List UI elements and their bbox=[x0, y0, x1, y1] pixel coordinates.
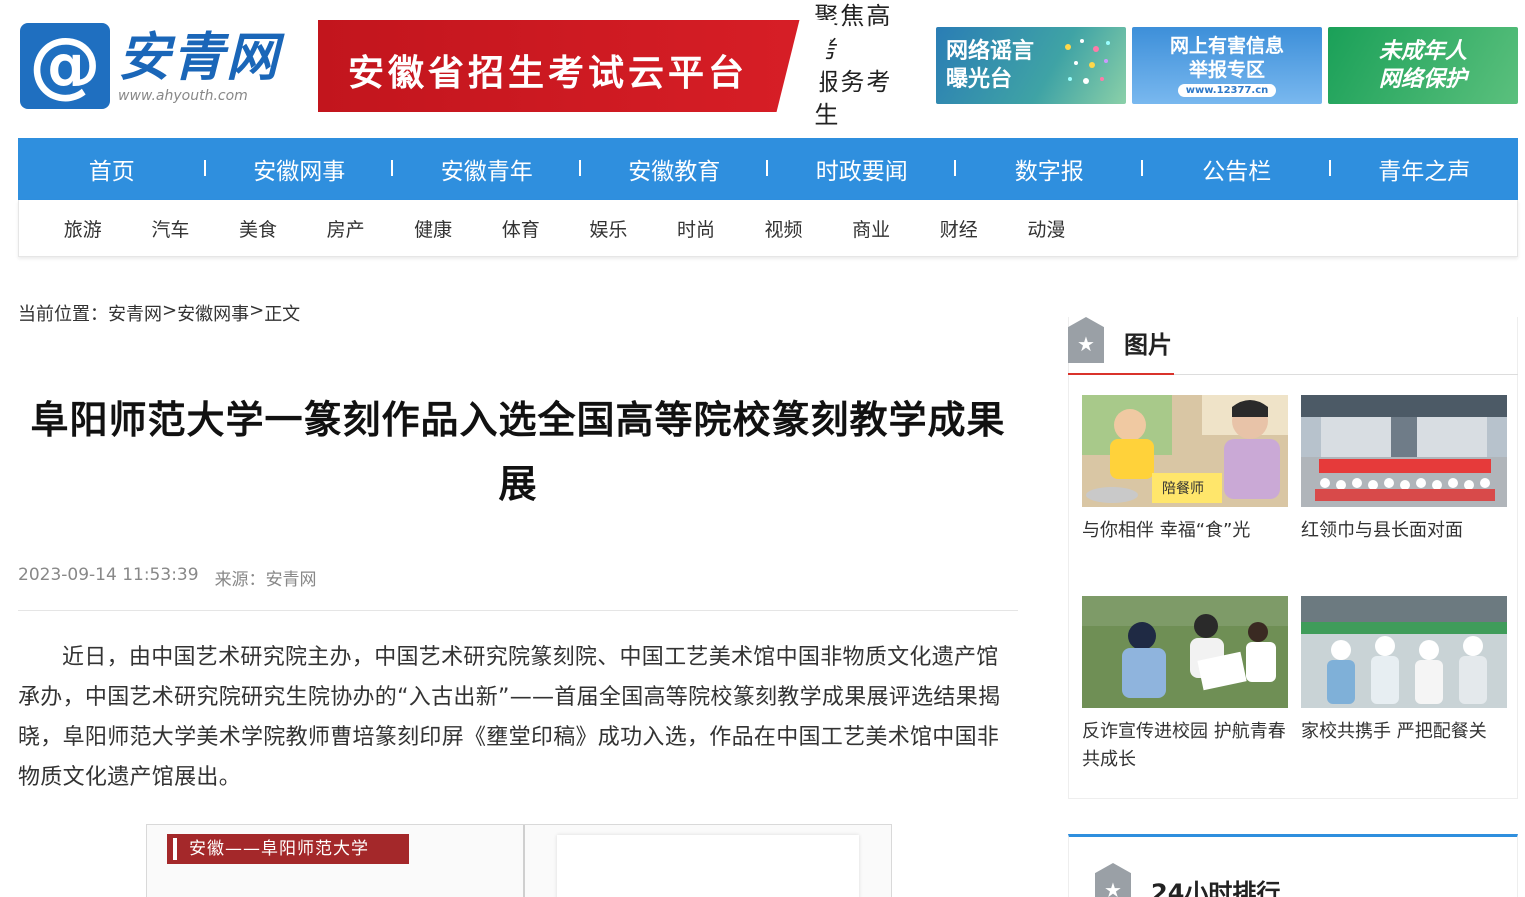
picture-caption[interactable]: 与你相伴 幸福“食”光 bbox=[1082, 517, 1292, 545]
picture-thumb[interactable] bbox=[1082, 596, 1288, 708]
sidebar-pictures-title: 图片 bbox=[1124, 331, 1172, 359]
subnav-item-food[interactable]: 美食 bbox=[214, 215, 302, 242]
article-datetime: 2023-09-14 11:53:39 bbox=[18, 565, 199, 585]
banner-side-line: 服务考生 bbox=[814, 68, 893, 129]
banner-main-text: 安徽省招生考试云平台 bbox=[348, 53, 749, 94]
star-badge-icon: ★ bbox=[1095, 863, 1131, 897]
article-meta: 2023-09-14 11:53:39 来源： 安青网 bbox=[18, 565, 317, 590]
picture-thumb[interactable] bbox=[1301, 395, 1507, 507]
article-source: 来源： 安青网 bbox=[215, 565, 317, 590]
nav-item-anhui-youth[interactable]: 安徽青年 bbox=[393, 152, 581, 186]
minor-protection-ad[interactable]: 未成年人 网络保护 bbox=[1328, 27, 1518, 104]
sidebar-ranking-title: 24小时排行 bbox=[1151, 879, 1281, 897]
sidebar-ranking-panel: ★ 24小时排行 bbox=[1068, 834, 1518, 897]
banner-red-block: 安徽省招生考试云平台 bbox=[318, 20, 807, 112]
breadcrumb-prefix: 当前位置： bbox=[18, 304, 108, 325]
ad-line: 网络谣言 bbox=[946, 38, 1035, 64]
logo-name: 安青网 bbox=[118, 27, 281, 88]
subnav-item-health[interactable]: 健康 bbox=[389, 215, 477, 242]
breadcrumb: 当前位置： 安青网 > 安徽网事 > 正文 bbox=[18, 300, 300, 326]
source-label: 来源： bbox=[214, 570, 266, 590]
nav-item-anhui-news[interactable]: 安徽网事 bbox=[206, 152, 394, 186]
picture-caption[interactable]: 红领巾与县长面对面 bbox=[1301, 517, 1511, 545]
sub-nav: 旅游 汽车 美食 房产 健康 体育 娱乐 时尚 视频 商业 财经 动漫 bbox=[18, 200, 1518, 257]
article-divider bbox=[18, 610, 1018, 611]
picture-caption[interactable]: 家校共携手 严把配餐关 bbox=[1301, 718, 1511, 746]
site-logo[interactable]: @ 安青网 www.ahyouth.com bbox=[20, 22, 280, 110]
figure-red-tag: 安徽——阜阳师范大学 bbox=[167, 834, 409, 864]
article-image: 安徽——阜阳师范大学 bbox=[146, 824, 892, 897]
photo-kitchen-inspection bbox=[1301, 596, 1507, 708]
picture-thumb[interactable] bbox=[1301, 596, 1507, 708]
subnav-item-sports[interactable]: 体育 bbox=[477, 215, 565, 242]
ad-line: 未成年人 bbox=[1378, 38, 1467, 64]
ad-line: 网上有害信息 bbox=[1169, 35, 1284, 57]
rumor-exposure-ad[interactable]: 网络谣言 曝光台 bbox=[936, 27, 1126, 104]
figure-seal-card bbox=[557, 835, 859, 897]
subnav-item-finance[interactable]: 财经 bbox=[915, 215, 1003, 242]
figure-panel-divider bbox=[523, 825, 525, 897]
breadcrumb-current: 正文 bbox=[264, 304, 301, 325]
subnav-item-realestate[interactable]: 房产 bbox=[302, 215, 390, 242]
logo-url: www.ahyouth.com bbox=[118, 88, 248, 104]
header-accent-bar bbox=[1068, 373, 1174, 375]
ad-line: 举报专区 bbox=[1188, 59, 1265, 81]
photo-kids-meal: 陪餐师 bbox=[1082, 395, 1288, 507]
subnav-item-auto[interactable]: 汽车 bbox=[127, 215, 215, 242]
nav-item-home[interactable]: 首页 bbox=[18, 152, 206, 186]
network-dots-icon bbox=[1065, 39, 1110, 84]
subnav-item-entertainment[interactable]: 娱乐 bbox=[565, 215, 653, 242]
source-value: 安青网 bbox=[265, 570, 317, 590]
nav-item-politics[interactable]: 时政要闻 bbox=[768, 152, 956, 186]
breadcrumb-link-anhui-news[interactable]: 安徽网事 bbox=[177, 300, 249, 326]
sidebar-pictures-header: ★ 图片 bbox=[1068, 317, 1518, 375]
at-logo-icon: @ bbox=[20, 23, 110, 109]
photo-red-scarf-group bbox=[1301, 395, 1507, 507]
article-body: 近日，由中国艺术研究院主办，中国艺术研究院篆刻院、中国工艺美术馆中国非物质文化遗… bbox=[18, 645, 1001, 790]
nav-item-anhui-education[interactable]: 安徽教育 bbox=[581, 152, 769, 186]
exam-platform-banner[interactable]: 安徽省招生考试云平台 聚焦高考 服务考生 bbox=[318, 2, 918, 129]
photo-police-campus bbox=[1082, 596, 1288, 708]
ad-line: 网络保护 bbox=[1378, 66, 1467, 92]
article-title: 阜阳师范大学一篆刻作品入选全国高等院校篆刻教学成果展 bbox=[30, 398, 1006, 506]
subnav-item-fashion[interactable]: 时尚 bbox=[652, 215, 740, 242]
subnav-item-business[interactable]: 商业 bbox=[827, 215, 915, 242]
page: @ 安青网 www.ahyouth.com 安徽省招生考试云平台 聚焦高考 服务… bbox=[0, 0, 1525, 897]
ad-url-tag: www.12377.cn bbox=[1177, 84, 1277, 97]
subnav-item-travel[interactable]: 旅游 bbox=[39, 215, 127, 242]
breadcrumb-separator: > bbox=[162, 300, 178, 321]
nav-item-youth-voice[interactable]: 青年之声 bbox=[1331, 152, 1519, 186]
ad-line: 曝光台 bbox=[946, 66, 1013, 92]
subnav-item-anime[interactable]: 动漫 bbox=[1003, 215, 1091, 242]
sign-text: 陪餐师 bbox=[1162, 481, 1204, 497]
picture-thumb[interactable]: 陪餐师 bbox=[1082, 395, 1288, 507]
main-nav: 首页 安徽网事 安徽青年 安徽教育 时政要闻 数字报 公告栏 青年之声 bbox=[18, 138, 1518, 200]
nav-item-digital-paper[interactable]: 数字报 bbox=[956, 152, 1144, 186]
subnav-item-video[interactable]: 视频 bbox=[740, 215, 828, 242]
star-badge-icon: ★ bbox=[1068, 317, 1104, 363]
breadcrumb-link-home[interactable]: 安青网 bbox=[108, 300, 162, 326]
picture-caption[interactable]: 反诈宣传进校园 护航青春共成长 bbox=[1082, 718, 1292, 774]
breadcrumb-separator: > bbox=[249, 300, 265, 321]
logo-text: 安青网 www.ahyouth.com bbox=[118, 27, 281, 105]
harmful-info-report-ad[interactable]: 网上有害信息 举报专区 www.12377.cn bbox=[1132, 27, 1322, 104]
nav-item-bulletin[interactable]: 公告栏 bbox=[1143, 152, 1331, 186]
